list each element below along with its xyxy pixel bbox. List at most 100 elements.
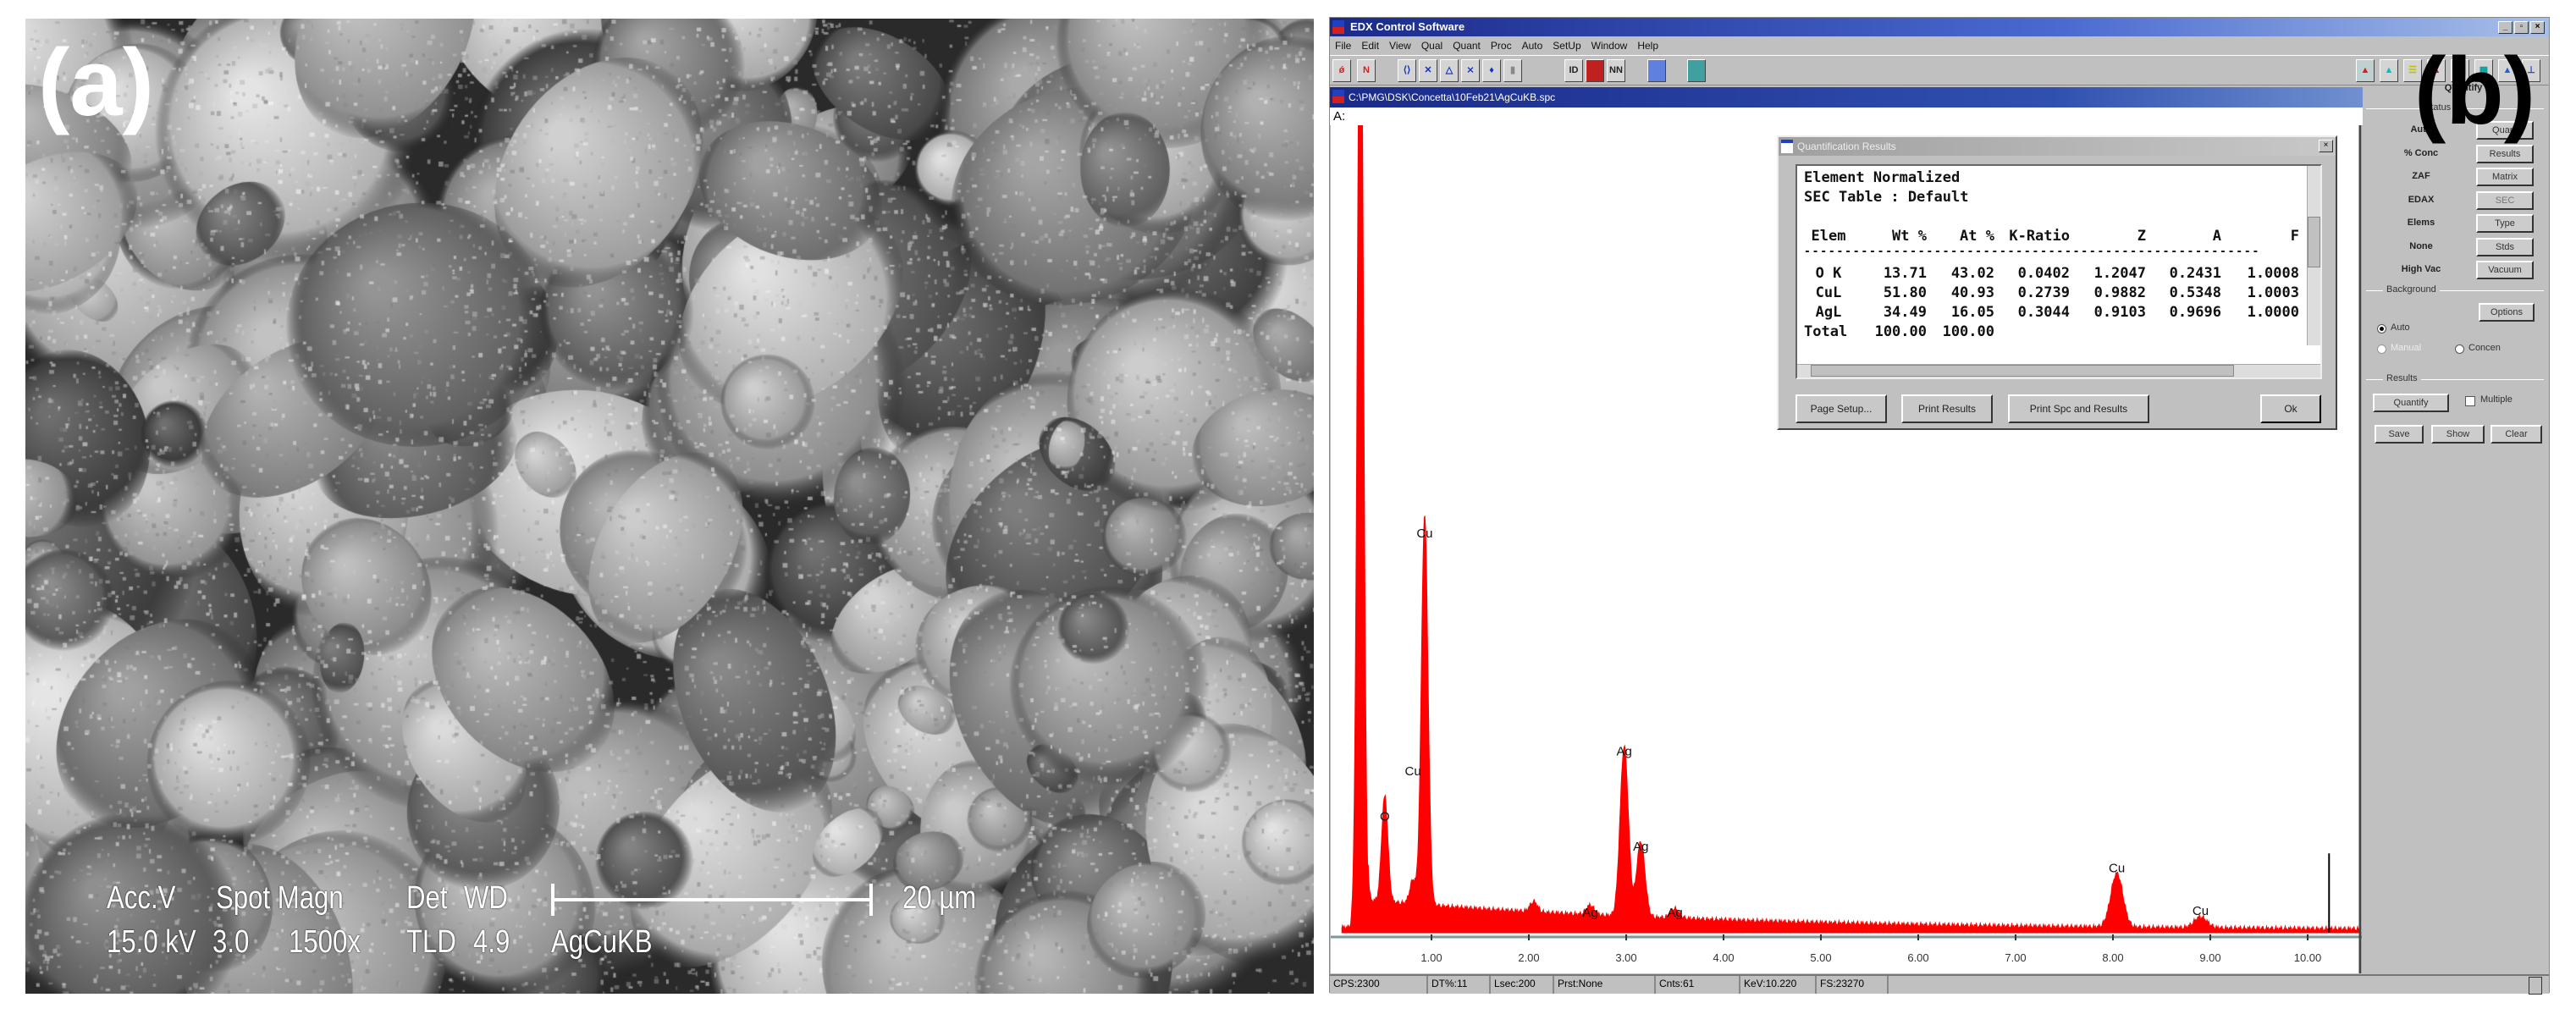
sem-info-accv-label: Acc.V xyxy=(107,880,176,916)
sem-micrograph xyxy=(25,19,1314,994)
setting-button-stds[interactable]: Stds xyxy=(2476,237,2534,256)
status-scroll-button[interactable] xyxy=(2529,977,2542,995)
acquire-icon[interactable]: ǿ xyxy=(1332,59,1351,82)
ok-button[interactable]: Ok xyxy=(2260,394,2321,423)
menu-bar: File Edit View Qual Quant Proc Auto SetU… xyxy=(1330,36,2549,55)
save-button[interactable]: Save xyxy=(2375,425,2424,444)
expand-icon[interactable]: ⟨⟩ xyxy=(1398,59,1416,82)
page-setup-button[interactable]: Page Setup... xyxy=(1795,394,1887,423)
multiple-label: Multiple xyxy=(2480,394,2513,405)
status-fs: FS:23270 xyxy=(1817,976,1889,994)
sem-info-spot: 3.0 xyxy=(212,924,250,960)
quant-tool-icon-1[interactable]: ▲ xyxy=(2356,59,2375,82)
cell-kratio xyxy=(1994,323,2070,340)
window-title: EDX Control Software xyxy=(1350,20,1465,33)
setting-button-sec[interactable]: SEC xyxy=(2476,190,2534,210)
x-tick-label: 1.00 xyxy=(1420,951,1442,964)
cell-kratio: 0.3044 xyxy=(2017,304,2070,321)
cell-f: 1.0003 xyxy=(2247,284,2299,301)
peak-label-cu: Cu xyxy=(2109,861,2125,875)
menu-qual[interactable]: Qual xyxy=(1421,36,1442,55)
cell-at: 16.05 xyxy=(1950,304,1994,321)
setting-button-results[interactable]: Results xyxy=(2476,144,2534,163)
clear-button[interactable]: Clear xyxy=(2491,425,2542,444)
radio-manual[interactable] xyxy=(2377,344,2386,354)
minimize-button[interactable]: _ xyxy=(2498,21,2513,34)
menu-edit[interactable]: Edit xyxy=(1361,36,1379,55)
results-text-area[interactable]: Element Normalized SEC Table : Default E… xyxy=(1795,164,2322,379)
horizontal-scrollbar[interactable] xyxy=(1797,364,2320,377)
scale-icon[interactable]: ⨯ xyxy=(1461,59,1480,82)
header-at: At % xyxy=(1960,228,1994,245)
panel-a-label: (a) xyxy=(38,30,154,135)
radio-auto[interactable] xyxy=(2377,324,2386,333)
table-separator: ----------------------------------------… xyxy=(1804,245,2261,258)
x-tick-label: 6.00 xyxy=(1907,951,1928,964)
setting-button-vacuum[interactable]: Vacuum xyxy=(2476,261,2534,279)
maximize-button[interactable]: ▫ xyxy=(2514,21,2529,34)
peak-label-cu: Cu xyxy=(2193,904,2209,918)
peak-label-ag: Ag xyxy=(1667,906,1682,920)
cell-f: 1.0008 xyxy=(2247,265,2299,282)
print-spc-results-button[interactable]: Print Spc and Results xyxy=(2008,394,2149,423)
peak-label-ag: Ag xyxy=(1617,745,1632,759)
image-icon[interactable] xyxy=(1647,59,1666,82)
status-spacer xyxy=(1889,976,2522,994)
menu-file[interactable]: File xyxy=(1335,36,1351,55)
window-titlebar: EDX Control Software _ ▫ × xyxy=(1330,18,2549,36)
quantification-results-dialog: Quantification Results × Element Normali… xyxy=(1777,135,2337,430)
vertical-scroll-thumb[interactable] xyxy=(2308,217,2320,267)
show-button[interactable]: Show xyxy=(2431,425,2485,444)
peak-label-cu: Cu xyxy=(1405,764,1421,779)
x-tick-label: 4.00 xyxy=(1713,951,1734,964)
cell-wt: 13.71 xyxy=(1883,265,1927,282)
header-elem: Elem xyxy=(1811,228,1846,245)
menu-window[interactable]: Window xyxy=(1591,36,1628,55)
results-group-label: Results xyxy=(2383,373,2421,383)
setting-button-type[interactable]: Type xyxy=(2476,214,2534,233)
status-kev: KeV:10.220 xyxy=(1740,976,1817,994)
status-cps: CPS:2300 xyxy=(1330,976,1428,994)
quant-tool-icon-2[interactable]: ▲ xyxy=(2380,59,2398,82)
horizontal-scroll-thumb[interactable] xyxy=(1811,365,2234,377)
radio-concen[interactable] xyxy=(2455,344,2464,354)
cell-a xyxy=(2146,323,2221,340)
cell-z xyxy=(2070,323,2146,340)
peak-icon[interactable]: △ xyxy=(1440,59,1459,82)
setting-label: ZAF xyxy=(2412,171,2430,181)
quantify-button[interactable]: Quantify xyxy=(2373,394,2449,412)
dialog-close-button[interactable]: × xyxy=(2319,140,2333,152)
nn-button[interactable]: NN xyxy=(1607,59,1625,82)
bar-icon[interactable]: ▮ xyxy=(1503,59,1522,82)
marker-icon[interactable]: ♦ xyxy=(1482,59,1501,82)
peak-label-ag: Ag xyxy=(1633,840,1648,854)
scale-bar xyxy=(551,884,873,916)
stop-icon[interactable]: N xyxy=(1357,59,1376,82)
close-button[interactable]: × xyxy=(2530,21,2545,34)
cell-z: 1.2047 xyxy=(2093,265,2146,282)
sem-image xyxy=(25,19,1314,994)
setting-button-matrix[interactable]: Matrix xyxy=(2476,168,2534,186)
id-button[interactable]: ID xyxy=(1564,59,1583,82)
menu-setup[interactable]: SetUp xyxy=(1553,36,1580,55)
sem-info-det: TLD xyxy=(406,924,456,960)
setting-label: None xyxy=(2409,240,2433,251)
cross-icon[interactable]: ✕ xyxy=(1419,59,1437,82)
spectrum-icon[interactable] xyxy=(1586,59,1604,82)
sem-info-accv: 15.0 kV xyxy=(107,924,196,960)
menu-auto[interactable]: Auto xyxy=(1522,36,1543,55)
table-row: AgL 34.49 16.05 0.3044 0.9103 0.9696 1.0000 xyxy=(1804,304,2303,321)
status-preset: Prst:None xyxy=(1554,976,1656,994)
multiple-checkbox[interactable] xyxy=(2465,396,2475,406)
cell-wt: 34.49 xyxy=(1883,304,1927,321)
radio-auto-label: Auto xyxy=(2391,322,2410,333)
menu-quant[interactable]: Quant xyxy=(1453,36,1481,55)
options-button[interactable]: Options xyxy=(2479,303,2535,322)
menu-view[interactable]: View xyxy=(1389,36,1411,55)
map-icon[interactable] xyxy=(1687,59,1706,82)
print-results-button[interactable]: Print Results xyxy=(1901,394,1993,423)
menu-help[interactable]: Help xyxy=(1637,36,1658,55)
peak-label-cu: Cu xyxy=(1416,526,1432,541)
menu-proc[interactable]: Proc xyxy=(1491,36,1512,55)
vertical-scrollbar[interactable] xyxy=(2307,166,2320,345)
